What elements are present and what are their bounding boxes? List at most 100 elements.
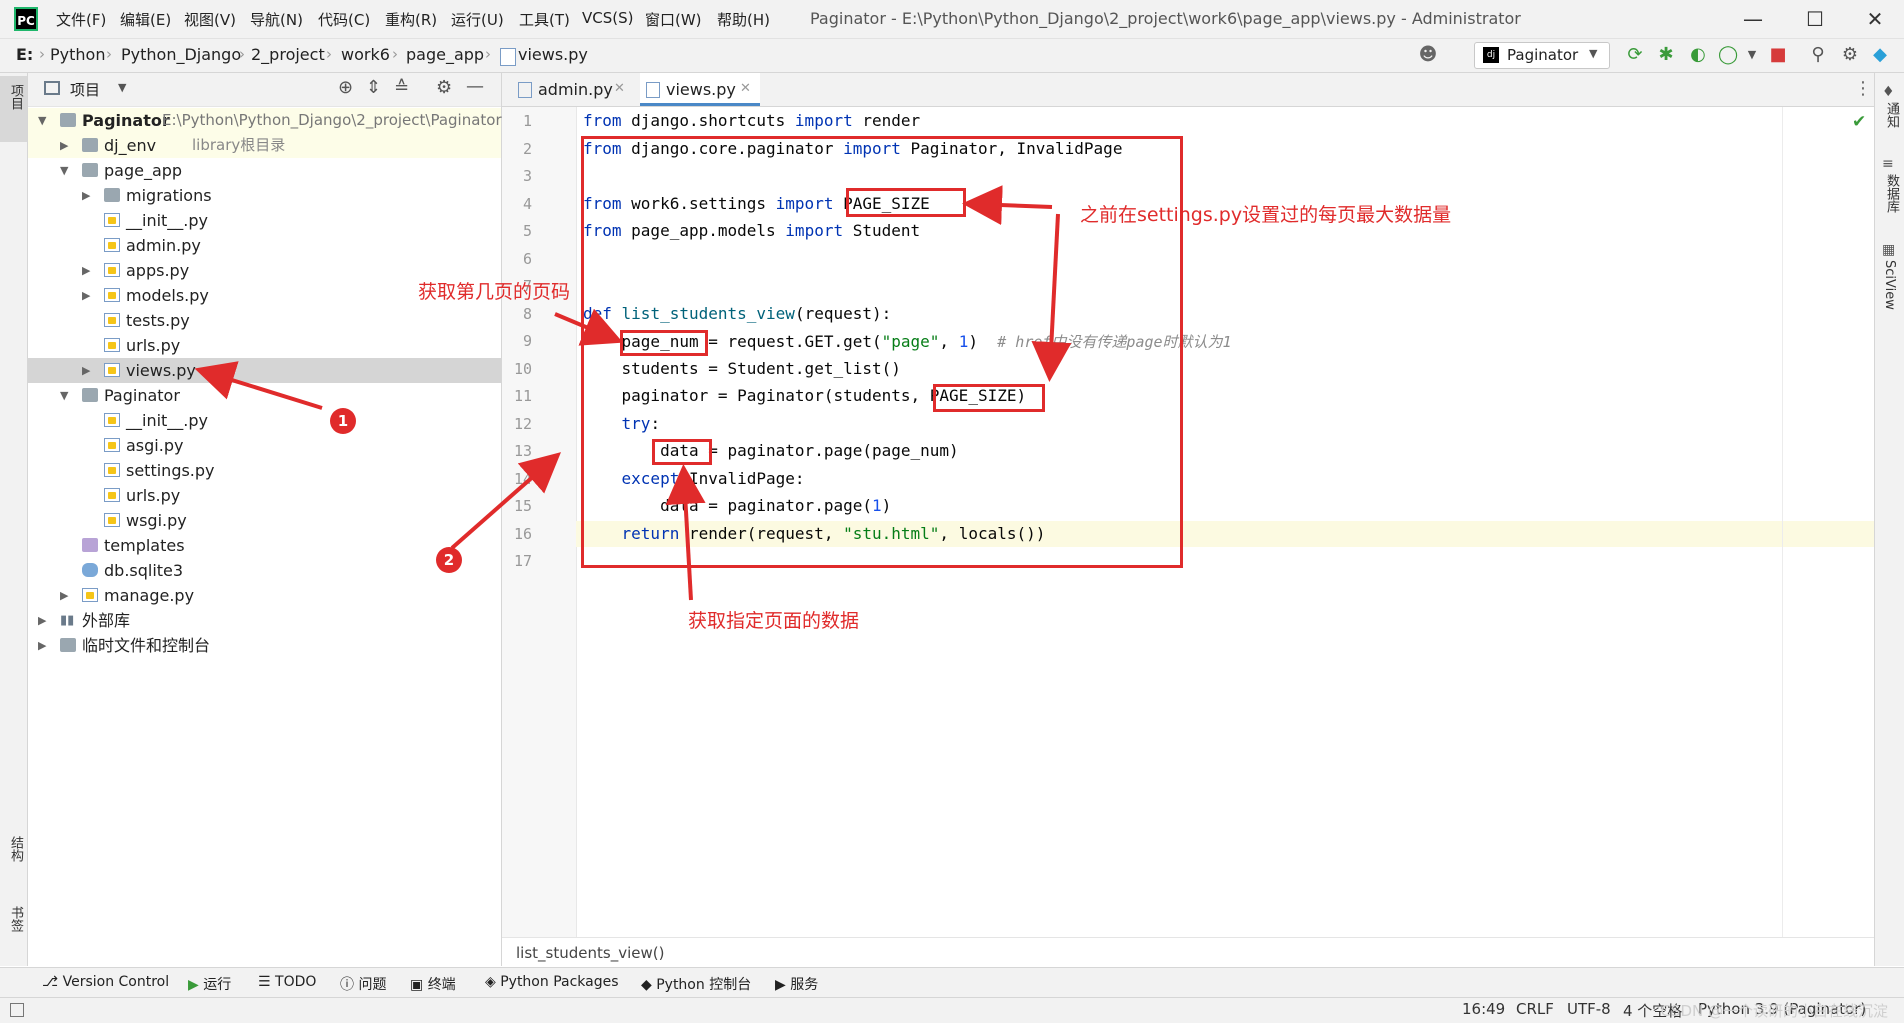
menu-refactor[interactable]: 重构(R) (385, 9, 437, 30)
notifications-tool-tab[interactable]: 通知 (1882, 102, 1901, 128)
tree-item-init-py[interactable]: __init__.py (28, 208, 501, 233)
close-icon[interactable]: ✕ (614, 81, 625, 96)
problems-tab[interactable]: ⓘ 问题 (340, 974, 386, 994)
tree-item-admin-py[interactable]: admin.py (28, 233, 501, 258)
plugin-icon[interactable]: ◆ (1870, 45, 1890, 65)
window-title: Paginator - E:\Python\Python_Django\2_pr… (810, 9, 1521, 28)
bookmarks-tool-tab[interactable]: 书签 (6, 906, 25, 932)
tree-item-paginator-root[interactable]: ▼ Paginator E:\Python\Python_Django\2_pr… (28, 108, 502, 133)
run-tab[interactable]: ▶ 运行 (188, 974, 231, 994)
breadcrumb-python-django[interactable]: Python_Django (121, 45, 241, 64)
python-packages-tab[interactable]: ◈ Python Packages (485, 974, 619, 990)
more-options-icon[interactable]: ⋮ (1854, 78, 1872, 99)
sciview-tool-tab[interactable]: SciView (1882, 260, 1897, 310)
tree-item-settings-py[interactable]: settings.py (28, 458, 501, 483)
pycharm-logo-icon: PC (14, 7, 38, 31)
coverage-icon[interactable]: ◐ (1688, 45, 1708, 65)
tree-item-label: dj_env (104, 136, 157, 155)
breadcrumb-views-py[interactable]: views.py (518, 45, 588, 64)
tree-item-urls-py[interactable]: urls.py (28, 483, 501, 508)
structure-tool-tab[interactable]: 结构 (6, 836, 25, 862)
tree-item-init-py[interactable]: __init__.py (28, 408, 501, 433)
tree-item-db-sqlite3[interactable]: db.sqlite3 (28, 558, 501, 583)
chevron-right-icon[interactable]: ▶ (60, 583, 68, 608)
run-configuration-select[interactable]: dj Paginator ▼ (1474, 42, 1610, 69)
menu-window[interactable]: 窗口(W) (645, 9, 702, 30)
tree-item-dj-env[interactable]: ▶ dj_env library根目录 (28, 133, 501, 158)
stop-icon[interactable]: ■ (1768, 45, 1788, 65)
tree-item-external-libraries[interactable]: ▶ ▮▮ 外部库 (28, 608, 501, 633)
tree-item-asgi-py[interactable]: asgi.py (28, 433, 501, 458)
function-breadcrumb[interactable]: list_students_view() (516, 944, 664, 962)
menu-code[interactable]: 代码(C) (318, 9, 370, 30)
menu-navigate[interactable]: 导航(N) (250, 9, 303, 30)
project-tool-tab[interactable]: 项目 (0, 76, 27, 142)
breadcrumb-work6[interactable]: work6 (341, 45, 390, 64)
tree-item-paginator-package[interactable]: ▼ Paginator (28, 383, 501, 408)
debug-icon[interactable]: ✱ (1656, 45, 1676, 65)
caret-position[interactable]: 16:49 (1462, 1000, 1505, 1018)
menu-help[interactable]: 帮助(H) (717, 9, 770, 30)
hide-panel-icon[interactable]: — (466, 76, 484, 97)
menu-run[interactable]: 运行(U) (451, 9, 504, 30)
close-icon[interactable]: ✕ (740, 81, 751, 96)
expand-all-icon[interactable]: ⇕ (366, 77, 381, 98)
gear-icon[interactable]: ⚙ (1840, 45, 1860, 65)
profile-icon[interactable]: ◯ (1718, 45, 1738, 65)
breadcrumb-python[interactable]: Python (50, 45, 105, 64)
locate-icon[interactable]: ⊕ (338, 77, 353, 98)
user-icon[interactable]: ☻ (1418, 45, 1438, 65)
menu-vcs[interactable]: VCS(S) (582, 9, 633, 27)
project-panel-title[interactable]: 项目 (70, 79, 100, 100)
tree-item-templates[interactable]: templates (28, 533, 501, 558)
gear-icon[interactable]: ⚙ (436, 77, 452, 98)
chevron-right-icon[interactable]: ▶ (38, 633, 46, 658)
chevron-right-icon[interactable]: ▶ (82, 258, 90, 283)
breadcrumb-page-app[interactable]: page_app (406, 45, 484, 64)
tree-item-label: wsgi.py (126, 511, 187, 530)
chevron-right-icon[interactable]: ▶ (82, 283, 90, 308)
chevron-right-icon[interactable]: ▶ (82, 183, 90, 208)
chevron-right-icon[interactable]: ▶ (38, 608, 46, 633)
database-tool-tab[interactable]: 数据库 (1882, 174, 1901, 213)
menu-tools[interactable]: 工具(T) (519, 9, 570, 30)
tree-item-page-app[interactable]: ▼ page_app (28, 158, 501, 183)
chevron-down-icon[interactable]: ▼ (60, 158, 68, 183)
minimize-button[interactable]: — (1740, 6, 1766, 32)
tab-admin-py[interactable]: admin.py ✕ (512, 73, 632, 106)
line-separator[interactable]: CRLF (1516, 1000, 1554, 1018)
chevron-down-icon[interactable]: ▼ (118, 81, 126, 94)
services-tab[interactable]: ▶ 服务 (775, 974, 818, 994)
menu-view[interactable]: 视图(V) (184, 9, 236, 30)
tree-item-manage-py[interactable]: ▶ manage.py (28, 583, 501, 608)
rerun-icon[interactable]: ⟳ (1625, 45, 1645, 65)
python-file-icon (646, 82, 660, 98)
todo-tab[interactable]: ☰ TODO (258, 974, 316, 990)
close-window-button[interactable]: ✕ (1862, 6, 1888, 32)
chevron-right-icon[interactable]: ▶ (82, 358, 90, 383)
breadcrumb-2-project[interactable]: 2_project (251, 45, 325, 64)
chevron-down-icon[interactable]: ▼ (1742, 45, 1762, 65)
tree-item-migrations[interactable]: ▶ migrations (28, 183, 501, 208)
search-icon[interactable]: ⚲ (1808, 45, 1828, 65)
chevron-down-icon[interactable]: ▼ (60, 383, 68, 408)
tree-item-views-py[interactable]: ▶ views.py (28, 358, 501, 383)
breadcrumb-drive[interactable]: E: (16, 45, 33, 64)
file-encoding[interactable]: UTF-8 (1567, 1000, 1611, 1018)
terminal-tab[interactable]: ▣ 终端 (410, 974, 456, 994)
tree-item-scratches[interactable]: ▶ 临时文件和控制台 (28, 633, 501, 658)
chevron-down-icon[interactable]: ▼ (38, 108, 46, 133)
collapse-all-icon[interactable]: ≙ (394, 77, 409, 98)
menu-file[interactable]: 文件(F) (56, 9, 106, 30)
tool-window-toggle-icon[interactable] (10, 1003, 24, 1017)
chevron-right-icon[interactable]: ▶ (60, 133, 68, 158)
menu-edit[interactable]: 编辑(E) (120, 9, 171, 30)
tree-item-urls-py[interactable]: urls.py (28, 333, 501, 358)
tab-views-py[interactable]: views.py ✕ (640, 73, 760, 106)
library-icon: ▮▮ (60, 613, 75, 628)
tree-item-tests-py[interactable]: tests.py (28, 308, 501, 333)
python-console-tab[interactable]: ◆ Python 控制台 (641, 974, 751, 994)
maximize-button[interactable]: ☐ (1802, 6, 1828, 32)
version-control-tab[interactable]: ⎇ Version Control (42, 974, 169, 990)
tree-item-wsgi-py[interactable]: wsgi.py (28, 508, 501, 533)
